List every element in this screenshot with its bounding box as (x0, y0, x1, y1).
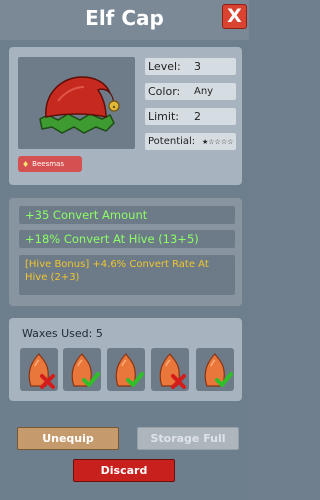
storage-full-button[interactable]: Storage Full (137, 427, 239, 450)
wax-slot-2 (63, 348, 101, 391)
stat-potential: Potential: ★☆☆☆☆ (145, 133, 236, 150)
wax-drop-icon (71, 353, 92, 387)
hive-bonus-line-1: [Hive Bonus] +4.6% Convert Rate At (25, 259, 209, 270)
title-bar: Elf Cap X (0, 0, 249, 40)
stat-color-label: Color: (148, 85, 181, 98)
potential-stars: ★☆☆☆☆ (202, 137, 234, 146)
stat-limit-value: 2 (194, 110, 201, 123)
wax-slot-5 (196, 348, 234, 391)
unequip-button[interactable]: Unequip (17, 427, 119, 450)
stat-level-value: 3 (194, 60, 201, 73)
stat-level: Level: 3 (145, 58, 236, 75)
beesmas-badge: ♦ Beesmas (18, 156, 82, 172)
stat-color: Color: Any (145, 83, 236, 100)
elf-cap-icon (18, 57, 135, 149)
stat-level-label: Level: (148, 60, 181, 73)
item-title: Elf Cap (85, 6, 164, 30)
item-info-panel: Elf Cap X ♦ Beesmas Level: 3 Color: Any … (0, 0, 249, 500)
waxes-used-label: Waxes Used: 5 (22, 327, 103, 340)
bonus-convert-at-hive: +18% Convert At Hive (13+5) (19, 230, 235, 248)
stat-limit-label: Limit: (148, 110, 179, 123)
stat-limit: Limit: 2 (145, 108, 236, 125)
bonus-convert-amount: +35 Convert Amount (19, 206, 235, 224)
wax-drop-icon (115, 353, 136, 387)
discard-button[interactable]: Discard (73, 459, 175, 482)
gift-icon: ♦ (22, 159, 30, 169)
wax-slot-1 (20, 348, 58, 391)
hive-bonus: [Hive Bonus] +4.6% Convert Rate At Hive … (19, 255, 235, 295)
stat-color-value: Any (194, 86, 214, 97)
wax-drop-icon (204, 353, 225, 387)
badge-label: Beesmas (32, 160, 64, 168)
hive-bonus-line-2: Hive (2+3) (25, 272, 80, 283)
close-button[interactable]: X (222, 4, 247, 29)
stat-potential-label: Potential: (148, 136, 196, 147)
wax-slot-4 (151, 348, 189, 391)
wax-slot-3 (107, 348, 145, 391)
